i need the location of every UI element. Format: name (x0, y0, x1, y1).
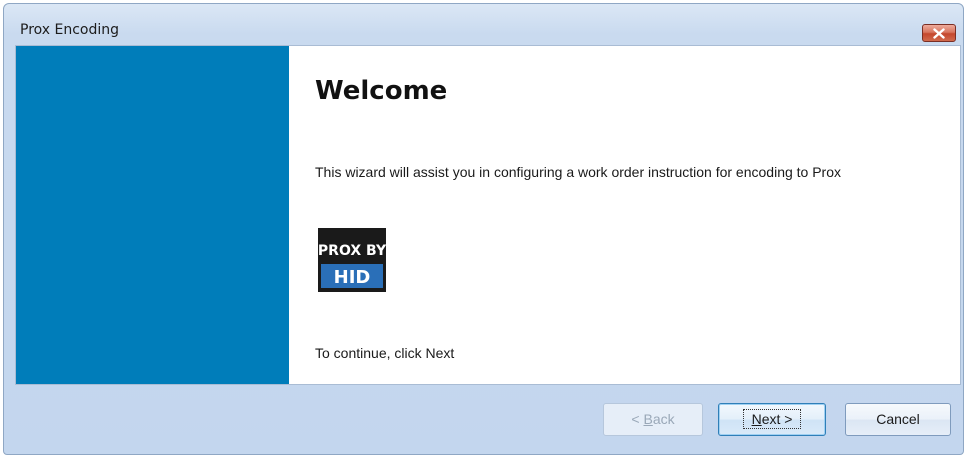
cancel-button[interactable]: Cancel (845, 403, 951, 436)
page-title: Welcome (315, 76, 448, 106)
next-button[interactable]: Next > (718, 403, 826, 436)
window-title: Prox Encoding (20, 22, 120, 38)
wizard-window: Prox Encoding Welcome This wizard will a… (3, 3, 964, 455)
continue-instruction: To continue, click Next (315, 345, 455, 361)
next-button-focus: Next > (742, 409, 802, 429)
back-button-rest: ack (652, 411, 675, 427)
close-button[interactable] (922, 24, 956, 42)
close-icon (933, 28, 945, 39)
wizard-content: Welcome This wizard will assist you in c… (15, 45, 961, 385)
wizard-footer: < Back Next > Cancel (4, 386, 963, 454)
logo-line2: HID (334, 267, 371, 288)
wizard-sidebar (16, 46, 289, 384)
next-button-rest: ext > (761, 411, 793, 427)
prox-by-hid-logo: PROX BY HID (318, 228, 387, 292)
title-bar[interactable]: Prox Encoding (4, 4, 963, 46)
back-button-accel: B (643, 411, 653, 427)
logo-line1: PROX BY (318, 243, 386, 259)
back-button-prefix: < (631, 411, 644, 427)
intro-text: This wizard will assist you in configuri… (315, 164, 842, 180)
back-button[interactable]: < Back (603, 403, 703, 436)
next-button-accel: N (751, 411, 762, 427)
